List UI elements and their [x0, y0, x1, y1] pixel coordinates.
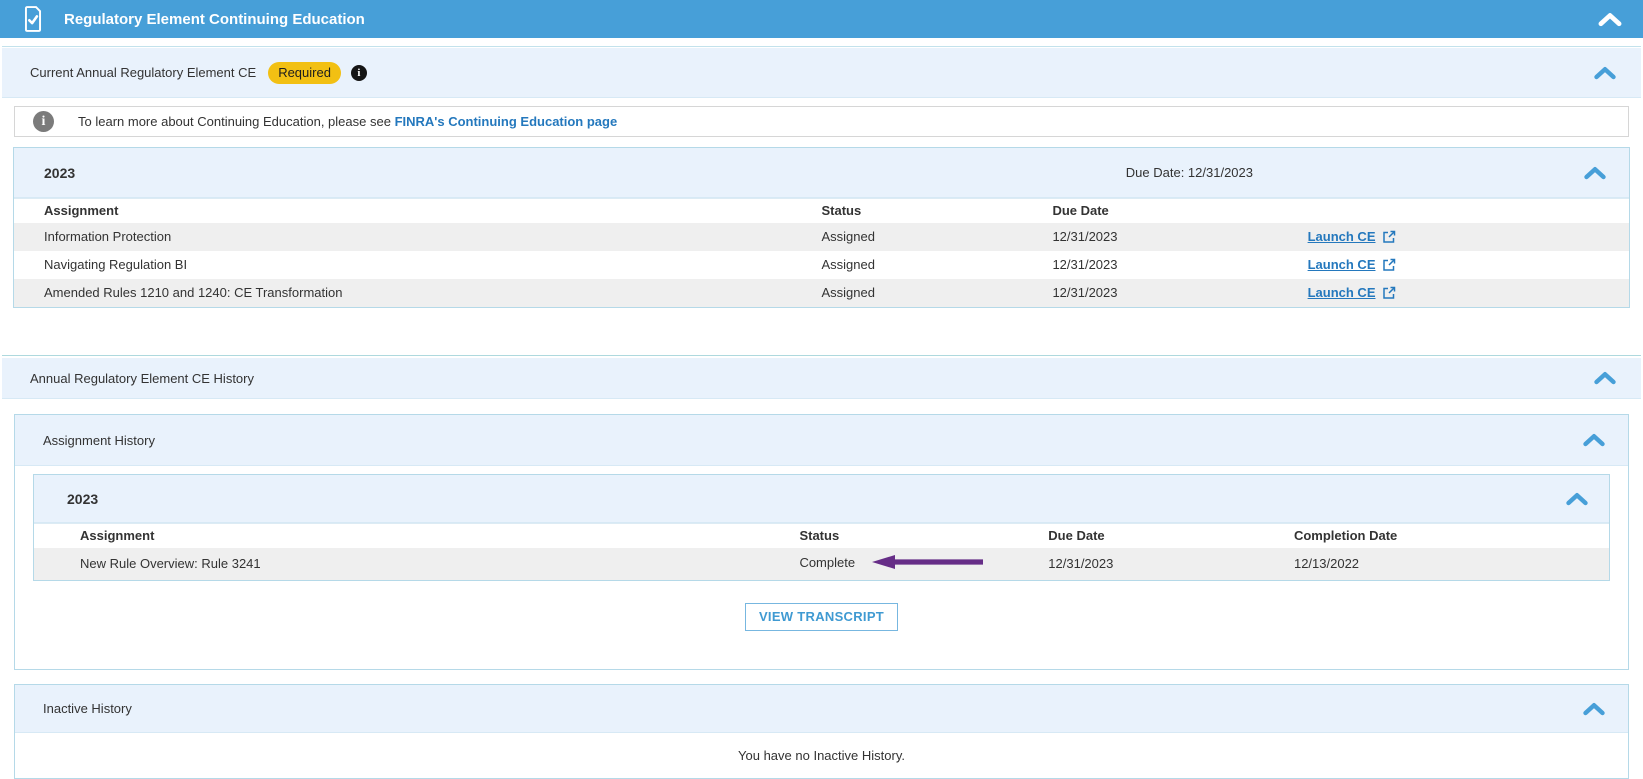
current-assignments-table: Assignment Status Due Date Information P… [14, 198, 1629, 307]
view-transcript-button[interactable]: VIEW TRANSCRIPT [745, 603, 898, 631]
chevron-up-icon[interactable] [1593, 66, 1617, 80]
assignment-due-date: 12/31/2023 [1052, 251, 1307, 279]
finra-ce-page-link[interactable]: FINRA's Continuing Education page [395, 114, 618, 129]
assignment-completion-date: 12/13/2022 [1294, 548, 1609, 580]
required-badge: Required [268, 62, 341, 84]
assignment-due-date: 12/31/2023 [1052, 279, 1307, 307]
chevron-up-icon[interactable] [1582, 702, 1606, 716]
page-title: Regulatory Element Continuing Education [64, 11, 1597, 28]
current-year-panel: 2023 Due Date: 12/31/2023 Assignment Sta… [13, 147, 1630, 308]
inactive-history-header[interactable]: Inactive History [15, 685, 1628, 733]
chevron-up-icon[interactable] [1597, 12, 1623, 27]
assignment-due-date: 12/31/2023 [1052, 223, 1307, 251]
launch-ce-link[interactable]: Launch CE [1308, 229, 1396, 244]
history-year-panel: 2023 Assignment Status Due Date Completi… [33, 474, 1610, 581]
table-header-row: Assignment Status Due Date [14, 199, 1629, 224]
chevron-up-icon[interactable] [1583, 166, 1607, 180]
column-header: Due Date [1052, 199, 1307, 224]
assignment-name: New Rule Overview: Rule 3241 [34, 548, 799, 580]
table-header-row: Assignment Status Due Date Completion Da… [34, 524, 1609, 549]
column-header: Status [799, 524, 1048, 549]
assignment-due-date: 12/31/2023 [1048, 548, 1294, 580]
year-label: 2023 [44, 165, 75, 181]
year-label: 2023 [67, 491, 98, 507]
inactive-history-panel: Inactive History You have no Inactive Hi… [14, 684, 1629, 779]
table-row: Amended Rules 1210 and 1240: CE Transfor… [14, 279, 1629, 307]
history-section-title: Annual Regulatory Element CE History [30, 371, 254, 386]
page-header: Regulatory Element Continuing Education [0, 0, 1643, 38]
annotation-arrow-left [871, 554, 989, 573]
column-header: Due Date [1048, 524, 1294, 549]
column-header: Assignment [14, 199, 822, 224]
assignment-name: Information Protection [14, 223, 822, 251]
assignment-name: Amended Rules 1210 and 1240: CE Transfor… [14, 279, 822, 307]
document-check-icon [22, 6, 44, 32]
launch-ce-link[interactable]: Launch CE [1308, 257, 1396, 272]
inactive-history-title: Inactive History [43, 701, 132, 716]
divider [2, 46, 1641, 47]
launch-ce-link[interactable]: Launch CE [1308, 285, 1396, 300]
info-banner: i To learn more about Continuing Educati… [14, 106, 1629, 137]
chevron-up-icon[interactable] [1582, 433, 1606, 447]
current-year-panel-header[interactable]: 2023 Due Date: 12/31/2023 [14, 148, 1629, 198]
column-header: Completion Date [1294, 524, 1609, 549]
assignment-status: Assigned [822, 223, 1053, 251]
column-header: Status [822, 199, 1053, 224]
due-date-label: Due Date: 12/31/2023 [1126, 165, 1253, 180]
info-circle-icon: i [33, 111, 54, 132]
current-ce-title: Current Annual Regulatory Element CE [30, 65, 256, 80]
assignment-status: Complete [799, 548, 1048, 580]
column-header: Assignment [34, 524, 799, 549]
current-ce-section-header[interactable]: Current Annual Regulatory Element CE Req… [2, 48, 1641, 98]
chevron-up-icon[interactable] [1593, 371, 1617, 385]
assignment-status: Assigned [822, 279, 1053, 307]
history-table: Assignment Status Due Date Completion Da… [34, 523, 1609, 580]
assignment-history-panel: Assignment History 2023 Assignment Statu… [14, 414, 1629, 670]
assignment-name: Navigating Regulation BI [14, 251, 822, 279]
history-section-header[interactable]: Annual Regulatory Element CE History [2, 358, 1641, 399]
table-row: Navigating Regulation BI Assigned 12/31/… [14, 251, 1629, 279]
inactive-history-empty-message: You have no Inactive History. [15, 733, 1628, 778]
table-row: New Rule Overview: Rule 3241 Complete 12… [34, 548, 1609, 580]
external-link-icon [1382, 230, 1396, 244]
assignment-status: Assigned [822, 251, 1053, 279]
external-link-icon [1382, 258, 1396, 272]
info-banner-text: To learn more about Continuing Education… [78, 114, 617, 129]
assignment-history-title: Assignment History [43, 433, 155, 448]
external-link-icon [1382, 286, 1396, 300]
info-icon[interactable]: i [351, 65, 367, 81]
assignment-history-header[interactable]: Assignment History [15, 415, 1628, 466]
chevron-up-icon[interactable] [1565, 492, 1589, 506]
history-year-panel-header[interactable]: 2023 [34, 475, 1609, 523]
table-row: Information Protection Assigned 12/31/20… [14, 223, 1629, 251]
divider [2, 355, 1641, 356]
